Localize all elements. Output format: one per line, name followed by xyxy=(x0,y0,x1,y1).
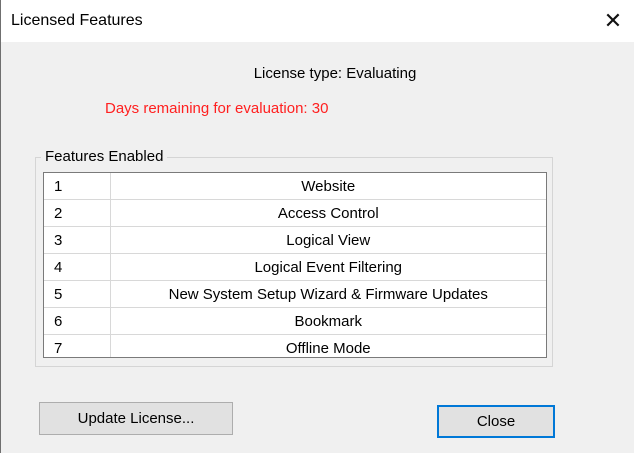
license-type-label: License type: Evaluating xyxy=(253,65,417,82)
table-row[interactable]: 4 Logical Event Filtering xyxy=(44,253,546,281)
feature-name: Website xyxy=(110,173,546,200)
feature-number: 1 xyxy=(44,173,111,200)
feature-number: 6 xyxy=(44,307,111,335)
title-bar: Licensed Features ✕ xyxy=(1,0,634,42)
feature-name: Logical View xyxy=(110,226,546,254)
update-license-button[interactable]: Update License... xyxy=(39,402,233,435)
window-title: Licensed Features xyxy=(11,12,143,29)
table-row[interactable]: 5 New System Setup Wizard & Firmware Upd… xyxy=(44,280,546,308)
feature-number: 2 xyxy=(44,199,111,227)
features-table: 1 Website 2 Access Control 3 Logical Vie… xyxy=(44,173,546,357)
close-icon[interactable]: ✕ xyxy=(591,0,634,42)
table-row[interactable]: 6 Bookmark xyxy=(44,307,546,335)
licensed-features-dialog: Licensed Features ✕ License type: Evalua… xyxy=(0,0,634,453)
feature-number: 4 xyxy=(44,253,111,281)
feature-number: 7 xyxy=(44,334,111,357)
table-row[interactable]: 7 Offline Mode xyxy=(44,334,546,357)
table-row[interactable]: 3 Logical View xyxy=(44,226,546,254)
feature-name: New System Setup Wizard & Firmware Updat… xyxy=(110,280,546,308)
close-button[interactable]: Close xyxy=(437,405,555,438)
days-remaining-label: Days remaining for evaluation: 30 xyxy=(105,100,329,117)
feature-number: 5 xyxy=(44,280,111,308)
features-group-label: Features Enabled xyxy=(41,148,168,165)
features-list[interactable]: 1 Website 2 Access Control 3 Logical Vie… xyxy=(43,172,547,358)
feature-name: Logical Event Filtering xyxy=(110,253,546,281)
table-row[interactable]: 1 Website xyxy=(44,173,546,200)
feature-name: Offline Mode xyxy=(110,334,546,357)
feature-number: 3 xyxy=(44,226,111,254)
feature-name: Access Control xyxy=(110,199,546,227)
table-row[interactable]: 2 Access Control xyxy=(44,199,546,227)
feature-name: Bookmark xyxy=(110,307,546,335)
